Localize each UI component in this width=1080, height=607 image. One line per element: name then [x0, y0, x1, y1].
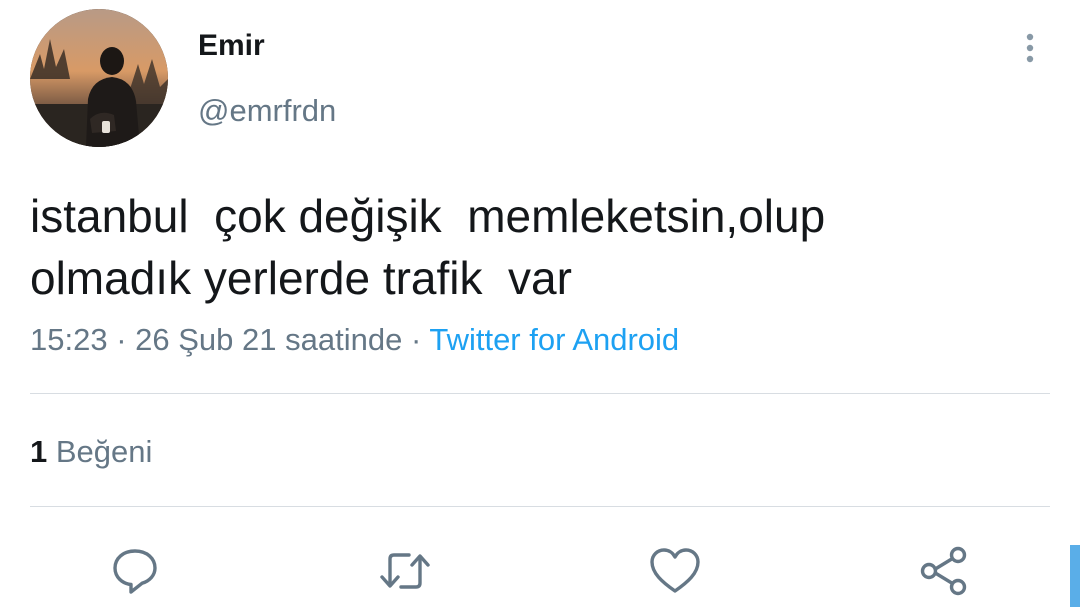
meta-separator: · — [410, 322, 422, 357]
divider — [30, 506, 1050, 507]
likes-count-link[interactable]: 1 Beğeni — [30, 432, 152, 472]
more-vertical-icon — [1026, 33, 1034, 63]
reply-icon — [113, 549, 157, 594]
share-icon — [920, 546, 967, 596]
likes-count: 1 — [30, 434, 48, 469]
scrollbar-thumb[interactable] — [1070, 545, 1080, 607]
reply-button[interactable] — [107, 543, 163, 599]
divider — [30, 393, 1050, 394]
heart-icon — [650, 548, 700, 593]
like-button[interactable] — [647, 543, 703, 599]
tweet-meta: 15:23 · 26 Şub 21 saatinde · Twitter for… — [30, 320, 679, 360]
tweet-date: 26 Şub 21 saatinde — [135, 322, 403, 357]
avatar-photo — [30, 9, 168, 147]
avatar[interactable] — [30, 9, 168, 147]
meta-separator: · — [116, 322, 127, 357]
tweet-time: 15:23 — [30, 322, 108, 357]
likes-label: Beğeni — [55, 434, 153, 469]
retweet-button[interactable] — [377, 543, 433, 599]
author-display-name[interactable]: Emir — [198, 28, 265, 64]
tweet-text: istanbul çok değişik memleketsin,olup ol… — [30, 190, 826, 304]
more-options-button[interactable] — [1010, 28, 1050, 72]
share-button[interactable] — [916, 543, 972, 599]
retweet-icon — [380, 553, 430, 589]
tweet-source-link[interactable]: Twitter for Android — [429, 322, 679, 357]
author-handle[interactable]: @emrfrdn — [198, 92, 336, 130]
